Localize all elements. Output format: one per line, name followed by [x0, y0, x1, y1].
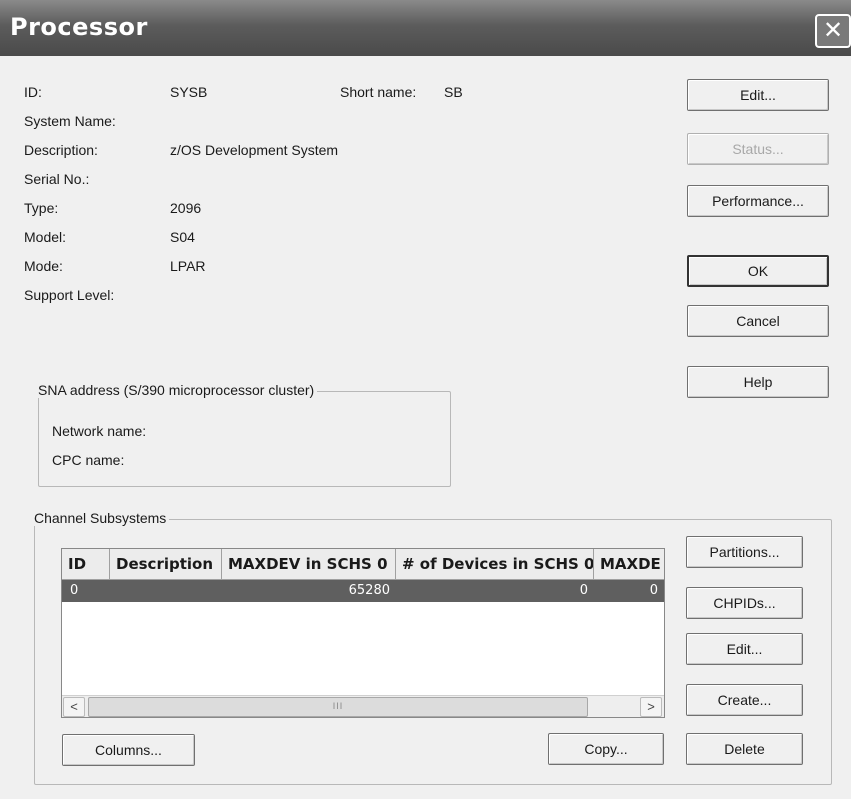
copy-button[interactable]: Copy...: [548, 733, 664, 765]
status-button[interactable]: Status...: [687, 133, 829, 165]
model-label: Model:: [24, 229, 67, 245]
type-label: Type:: [24, 200, 59, 216]
edit-button[interactable]: Edit...: [687, 79, 829, 111]
mode-value: LPAR: [170, 258, 206, 274]
title-bar[interactable]: Processor ✕: [0, 0, 851, 56]
cell-description: [114, 580, 218, 602]
serial-label: Serial No.:: [24, 171, 90, 187]
support-level-label: Support Level:: [24, 287, 115, 303]
system-name-label: System Name:: [24, 113, 116, 129]
sna-address-group: [38, 391, 451, 487]
create-button[interactable]: Create...: [686, 684, 803, 716]
ok-button[interactable]: OK: [687, 255, 829, 287]
type-value: 2096: [170, 200, 202, 216]
cell-id: 0: [70, 583, 79, 598]
description-value: z/OS Development System: [170, 142, 339, 158]
chpids-button[interactable]: CHPIDs...: [686, 587, 803, 619]
short-name-label: Short name:: [340, 84, 417, 100]
scroll-thumb[interactable]: III: [88, 697, 588, 717]
sna-group-title: SNA address (S/390 microprocessor cluste…: [35, 382, 318, 398]
id-value: SYSB: [170, 84, 208, 100]
cpc-name-label: CPC name:: [52, 452, 125, 468]
mode-label: Mode:: [24, 258, 63, 274]
columns-button[interactable]: Columns...: [62, 734, 195, 766]
close-icon[interactable]: ✕: [815, 14, 851, 48]
partitions-button[interactable]: Partitions...: [686, 536, 803, 568]
cell-devices: 0: [579, 583, 588, 598]
horizontal-scrollbar[interactable]: < III >: [62, 695, 664, 717]
model-value: S04: [170, 229, 195, 245]
description-label: Description:: [24, 142, 98, 158]
performance-button[interactable]: Performance...: [687, 185, 829, 217]
channel-subsystems-table[interactable]: ID Description MAXDEV in SCHS 0 # of Dev…: [61, 548, 665, 718]
help-button[interactable]: Help: [687, 366, 829, 398]
table-row[interactable]: 0 65280 0 0: [62, 580, 664, 602]
column-header-devices[interactable]: # of Devices in SCHS 0: [396, 549, 594, 580]
network-name-label: Network name:: [52, 423, 147, 439]
column-header-id[interactable]: ID: [62, 549, 110, 580]
cell-maxde: 0: [649, 583, 658, 598]
cancel-button[interactable]: Cancel: [687, 305, 829, 337]
scroll-right-icon[interactable]: >: [640, 697, 662, 717]
column-header-description[interactable]: Description: [110, 549, 222, 580]
processor-dialog: Processor ✕ ID: SYSB Short name: SB Syst…: [0, 0, 851, 799]
scroll-left-icon[interactable]: <: [63, 697, 85, 717]
column-header-maxde[interactable]: MAXDE: [594, 549, 664, 580]
column-header-maxdev[interactable]: MAXDEV in SCHS 0: [222, 549, 396, 580]
cell-maxdev: 65280: [348, 583, 390, 598]
id-label: ID:: [24, 84, 42, 100]
channel-subsystems-title: Channel Subsystems: [31, 510, 170, 526]
edit-channel-subsystem-button[interactable]: Edit...: [686, 633, 803, 665]
delete-button[interactable]: Delete: [686, 733, 803, 765]
window-title: Processor: [10, 13, 148, 41]
short-name-value: SB: [444, 84, 463, 100]
table-header: ID Description MAXDEV in SCHS 0 # of Dev…: [62, 549, 664, 580]
